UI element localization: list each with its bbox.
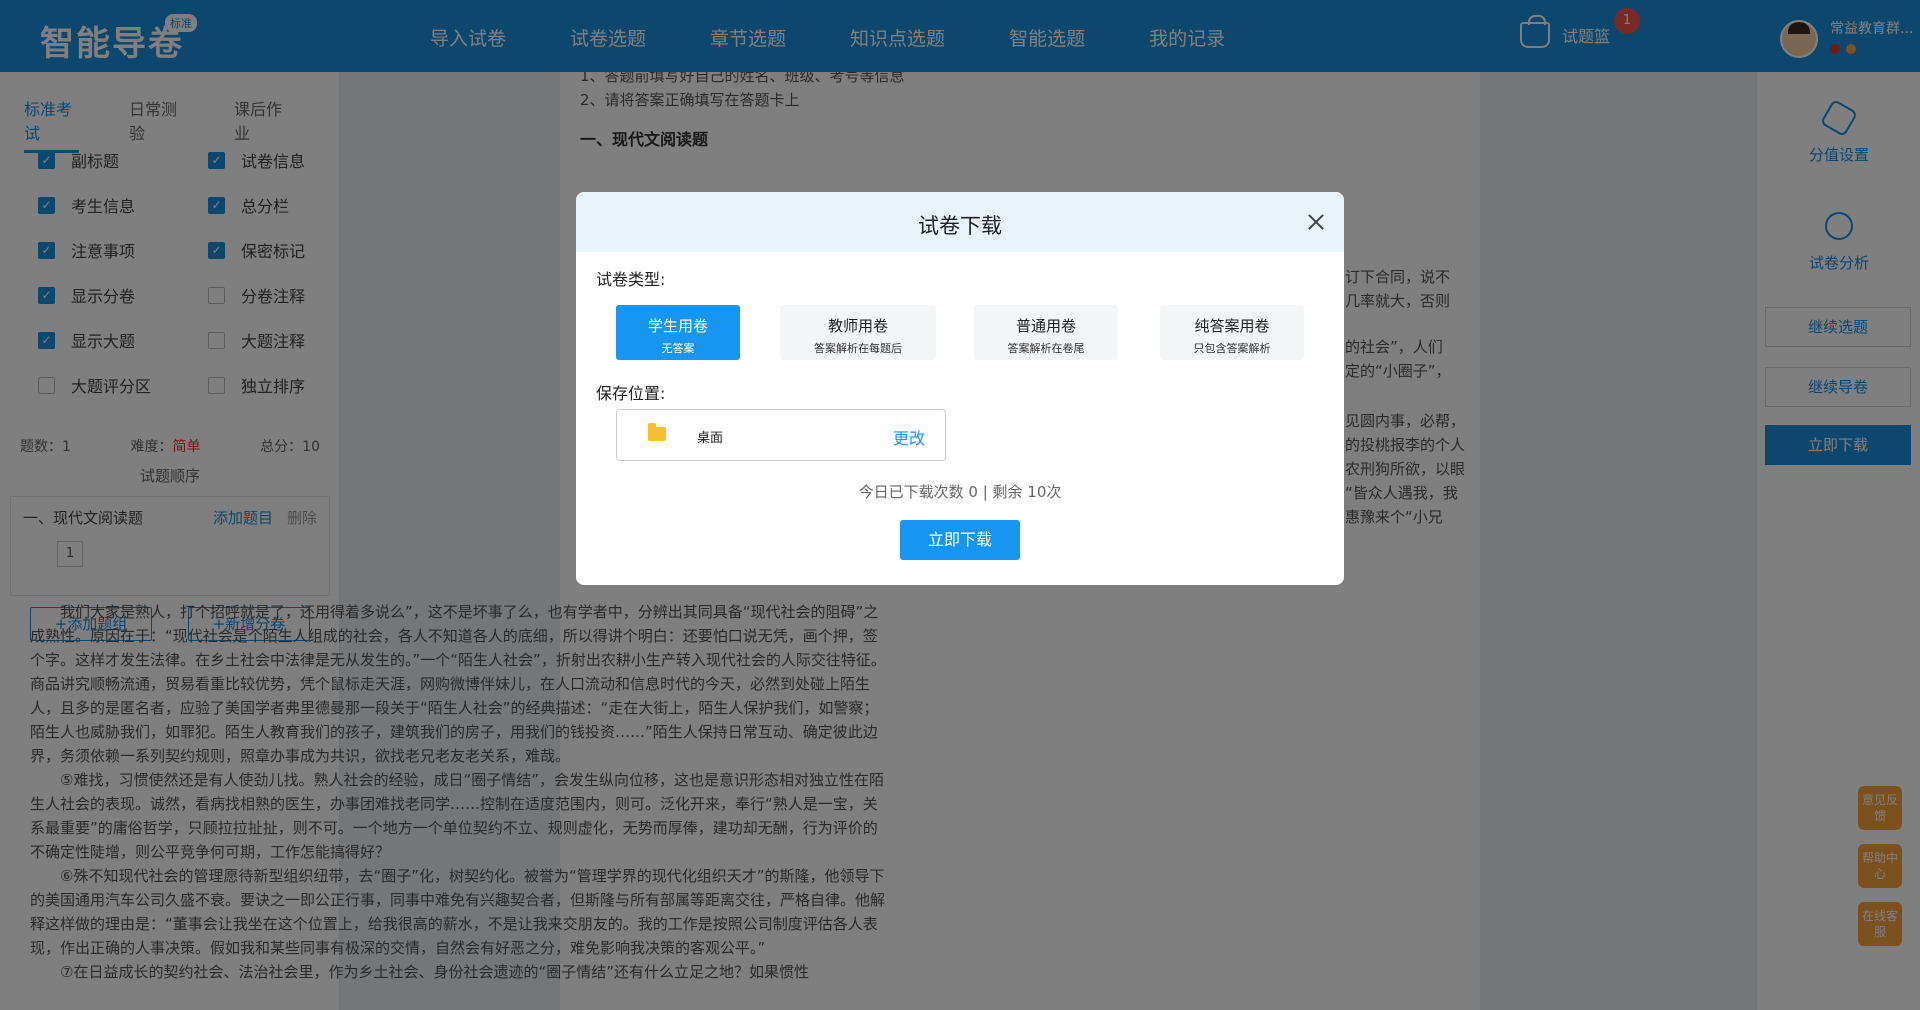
download-quota: 今日已下载次数 0 | 剩余 10次	[858, 483, 1062, 501]
folder-icon	[648, 423, 666, 441]
download-modal: 试卷下载 试卷类型: 学生用卷 无答案 教师用卷 答案解析在每题后 普通用卷 答…	[576, 192, 1344, 585]
type-student[interactable]: 学生用卷 无答案	[616, 305, 740, 360]
save-location-value: 桌面	[697, 431, 724, 446]
type-answer-only[interactable]: 纯答案用卷 只包含答案解析	[1160, 305, 1304, 360]
save-location-box[interactable]: 桌面 更改	[616, 409, 946, 461]
modal-download-button[interactable]: 立即下载	[900, 520, 1020, 560]
type-teacher[interactable]: 教师用卷 答案解析在每题后	[780, 305, 936, 360]
save-location-label: 保存位置:	[596, 384, 666, 403]
change-location-link[interactable]: 更改	[893, 425, 925, 449]
close-icon[interactable]	[1304, 210, 1328, 234]
paper-type-label: 试卷类型:	[596, 270, 666, 289]
type-normal[interactable]: 普通用卷 答案解析在卷尾	[974, 305, 1118, 360]
modal-title: 试卷下载	[918, 214, 1002, 238]
